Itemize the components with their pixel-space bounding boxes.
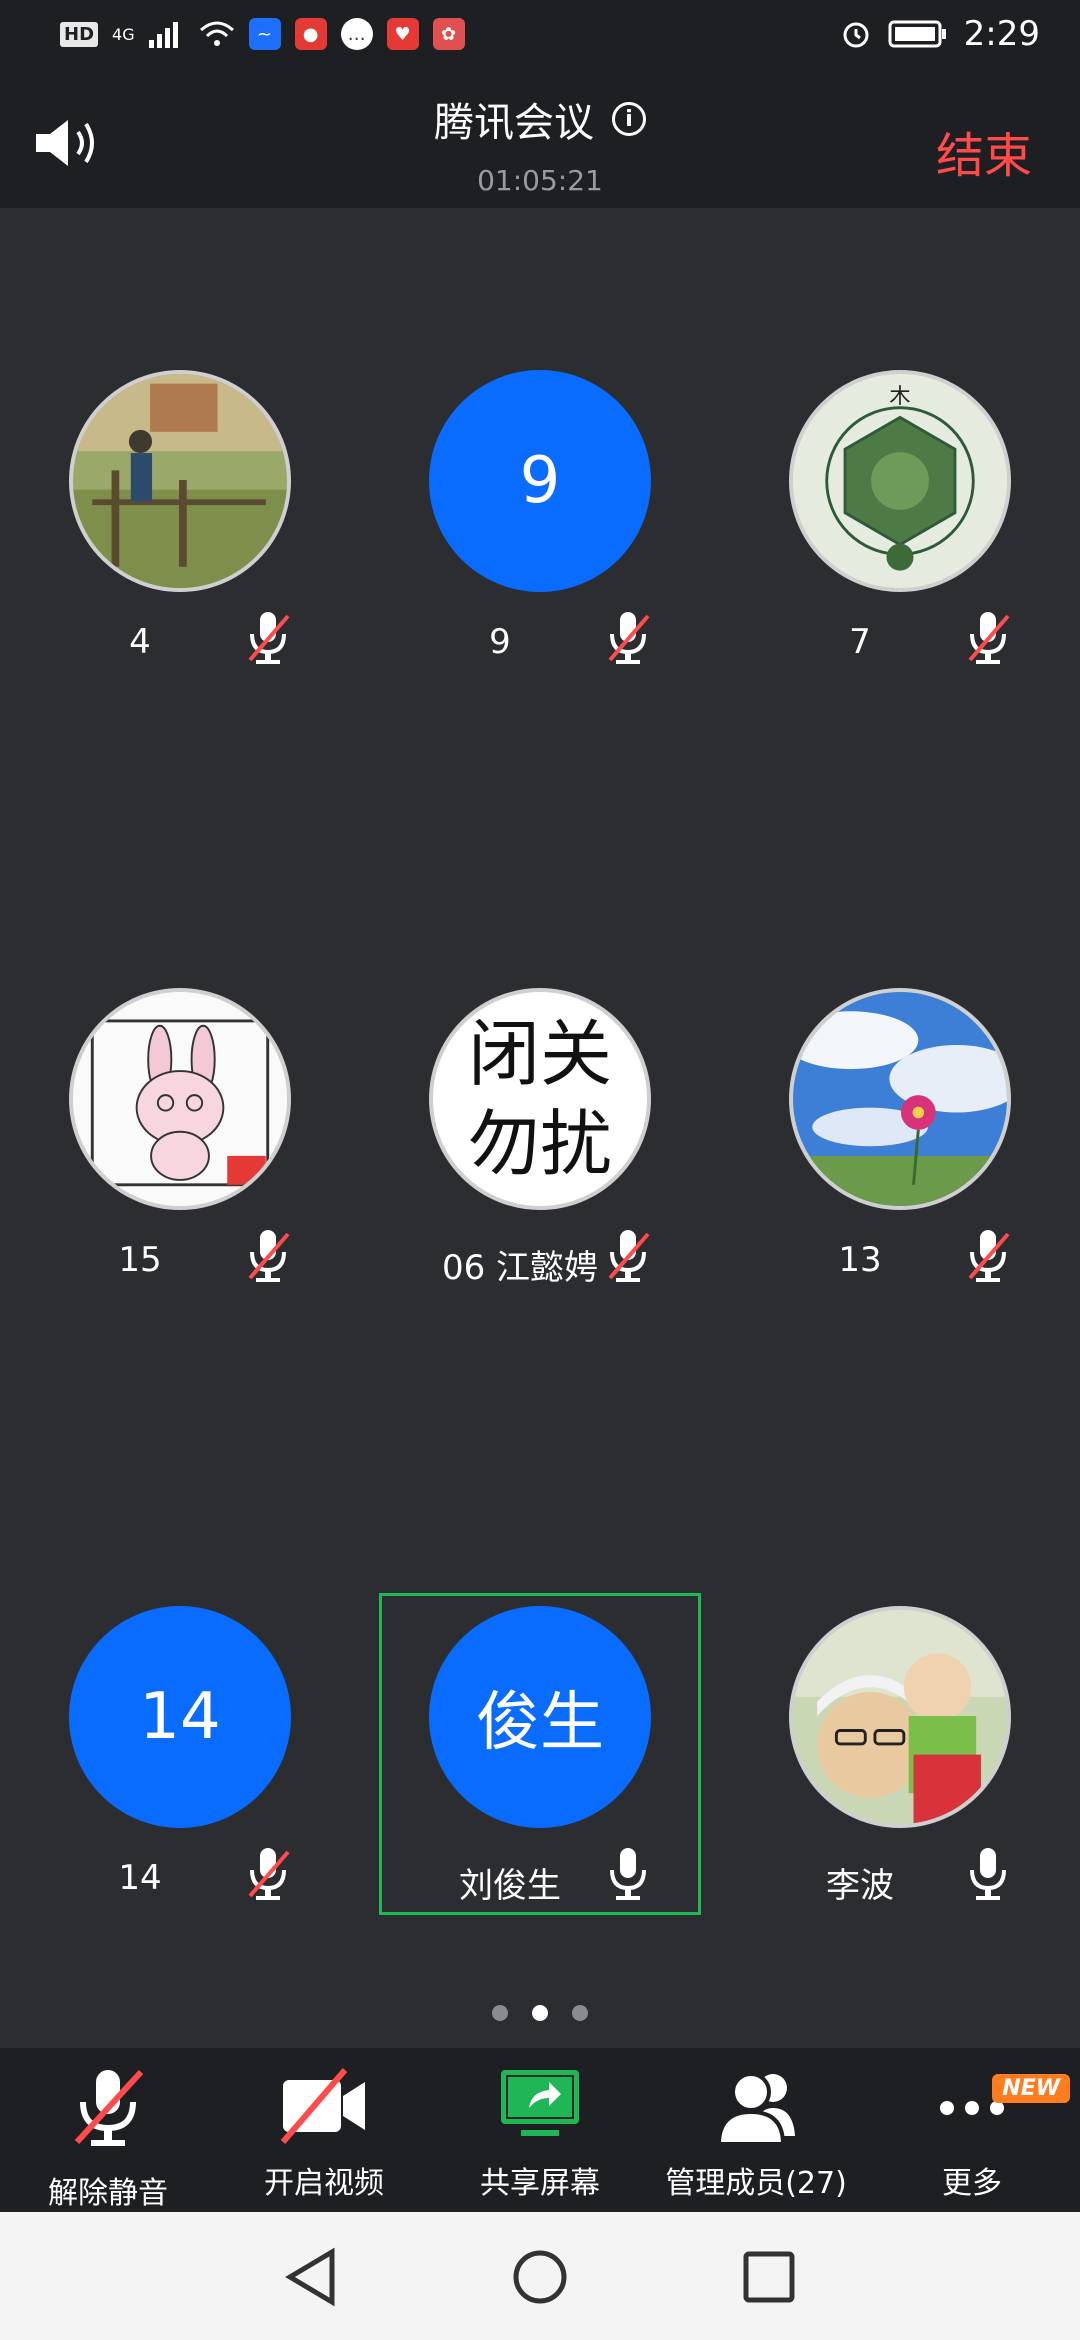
participant-name: 13	[838, 1240, 882, 1280]
system-nav-bar	[0, 2212, 1080, 2340]
meeting-title-text: 腾讯会议	[434, 100, 594, 146]
avatar: 俊生	[429, 1606, 651, 1828]
new-badge: NEW	[992, 2074, 1070, 2103]
hd-indicator: HD	[60, 21, 99, 47]
share-screen-button[interactable]: 共享屏幕	[432, 2066, 648, 2206]
unmute-label: 解除静音	[48, 2176, 168, 2211]
page-dot-active[interactable]	[532, 2005, 548, 2021]
participant-name: 李波	[826, 1866, 894, 1906]
avatar	[789, 1606, 1011, 1828]
store-notification-icon: ✿	[432, 18, 465, 50]
share-screen-label: 共享屏幕	[480, 2166, 600, 2201]
muted-mic-icon	[608, 1230, 650, 1282]
manage-members-label: 管理成员(27)	[665, 2166, 847, 2201]
info-icon[interactable]: i	[612, 102, 646, 136]
avatar: 9	[429, 370, 651, 592]
avatar	[69, 370, 291, 592]
members-icon	[716, 2072, 795, 2146]
unmute-button[interactable]: 解除静音	[0, 2066, 216, 2211]
mic-icon	[610, 1848, 646, 1900]
participant-tile[interactable]: 13	[720, 988, 1080, 1308]
alarm-icon	[843, 22, 869, 48]
mic-icon	[970, 1848, 1006, 1900]
start-video-button[interactable]: 开启视频	[216, 2066, 432, 2206]
meeting-title[interactable]: 腾讯会议 i	[434, 90, 646, 148]
muted-mic-icon	[968, 612, 1010, 664]
app-notification-icon: ~	[248, 18, 281, 50]
avatar-photo-flower	[793, 992, 1007, 1206]
page-dot[interactable]	[572, 2005, 588, 2021]
participant-name: 4	[129, 622, 151, 662]
network-type: 4G	[112, 24, 135, 44]
avatar-photo-emblem: 木	[793, 374, 1007, 588]
participant-tile[interactable]: 14 14	[0, 1606, 360, 1926]
home-icon[interactable]	[505, 2242, 575, 2312]
start-video-label: 开启视频	[264, 2166, 384, 2201]
muted-mic-icon	[248, 1848, 290, 1900]
avatar	[789, 988, 1011, 1210]
participant-name: 7	[849, 622, 871, 662]
muted-mic-icon	[248, 1230, 290, 1282]
avatar: 闭关 勿扰	[429, 988, 651, 1210]
participant-tile[interactable]: 木 7	[720, 370, 1080, 690]
title-block: 腾讯会议 i 01:05:21	[0, 90, 1080, 197]
participant-name: 刘俊生	[459, 1866, 561, 1906]
avatar: 14	[69, 1606, 291, 1828]
status-icons-left: HD 4G ~ ● … ♥ ✿	[60, 18, 465, 50]
avatar-text: 闭关 勿扰	[467, 1012, 612, 1186]
participant-name: 06 江懿娉	[441, 1248, 599, 1288]
participant-tile[interactable]: 闭关 勿扰 06 江懿娉	[360, 988, 720, 1308]
clock: 2:29	[963, 14, 1040, 54]
participant-name: 14	[118, 1858, 162, 1898]
page-dot[interactable]	[492, 2005, 508, 2021]
more-label: 更多	[942, 2166, 1002, 2201]
meeting-toolbar: 解除静音 开启视频 共享屏幕 管理成员(27) NEW 更多	[0, 2048, 1080, 2212]
participant-tile[interactable]: 15	[0, 988, 360, 1308]
end-meeting-button[interactable]: 结束	[936, 116, 1032, 186]
meeting-timer: 01:05:21	[477, 164, 603, 197]
more-button[interactable]: NEW 更多	[864, 2066, 1080, 2206]
back-icon[interactable]	[276, 2242, 346, 2312]
avatar-photo-family	[793, 1610, 1007, 1824]
meeting-header: 腾讯会议 i 01:05:21 结束	[0, 72, 1080, 208]
heart-notification-icon: ♥	[386, 18, 419, 50]
wifi-icon	[199, 21, 234, 46]
avatar	[69, 988, 291, 1210]
recents-icon[interactable]	[734, 2242, 804, 2312]
muted-mic-icon	[248, 612, 290, 664]
participant-tile[interactable]: 9 9	[360, 370, 720, 690]
muted-mic-icon	[608, 612, 650, 664]
participant-name: 15	[118, 1240, 162, 1280]
chat-notification-icon: …	[340, 18, 373, 50]
participant-tile[interactable]: 4	[0, 370, 360, 690]
status-bar: HD 4G ~ ● … ♥ ✿ 2:29	[0, 0, 1080, 72]
participant-tile-self[interactable]: 俊生 刘俊生	[360, 1606, 720, 1926]
avatar: 木	[789, 370, 1011, 592]
meeting-screen: HD 4G ~ ● … ♥ ✿ 2:29 腾讯会议 i 01:05:21 结束 …	[0, 0, 1080, 2340]
participant-tile[interactable]: 李波	[720, 1606, 1080, 1926]
muted-mic-icon	[74, 2069, 144, 2146]
signal-icon	[148, 22, 178, 48]
avatar-photo-painting	[73, 374, 287, 588]
participant-name: 9	[489, 622, 511, 662]
status-icons-right: 2:29	[840, 14, 1040, 54]
battery-icon	[888, 20, 946, 48]
avatar-cartoon-rabbit	[73, 992, 287, 1206]
page-indicator	[0, 2005, 1080, 2021]
mic-notification-icon: ●	[294, 18, 327, 50]
manage-members-button[interactable]: 管理成员(27)	[648, 2066, 864, 2206]
video-off-icon	[280, 2068, 365, 2144]
share-screen-icon	[501, 2070, 579, 2136]
muted-mic-icon	[968, 1230, 1010, 1282]
svg-text:木: 木	[889, 383, 910, 408]
